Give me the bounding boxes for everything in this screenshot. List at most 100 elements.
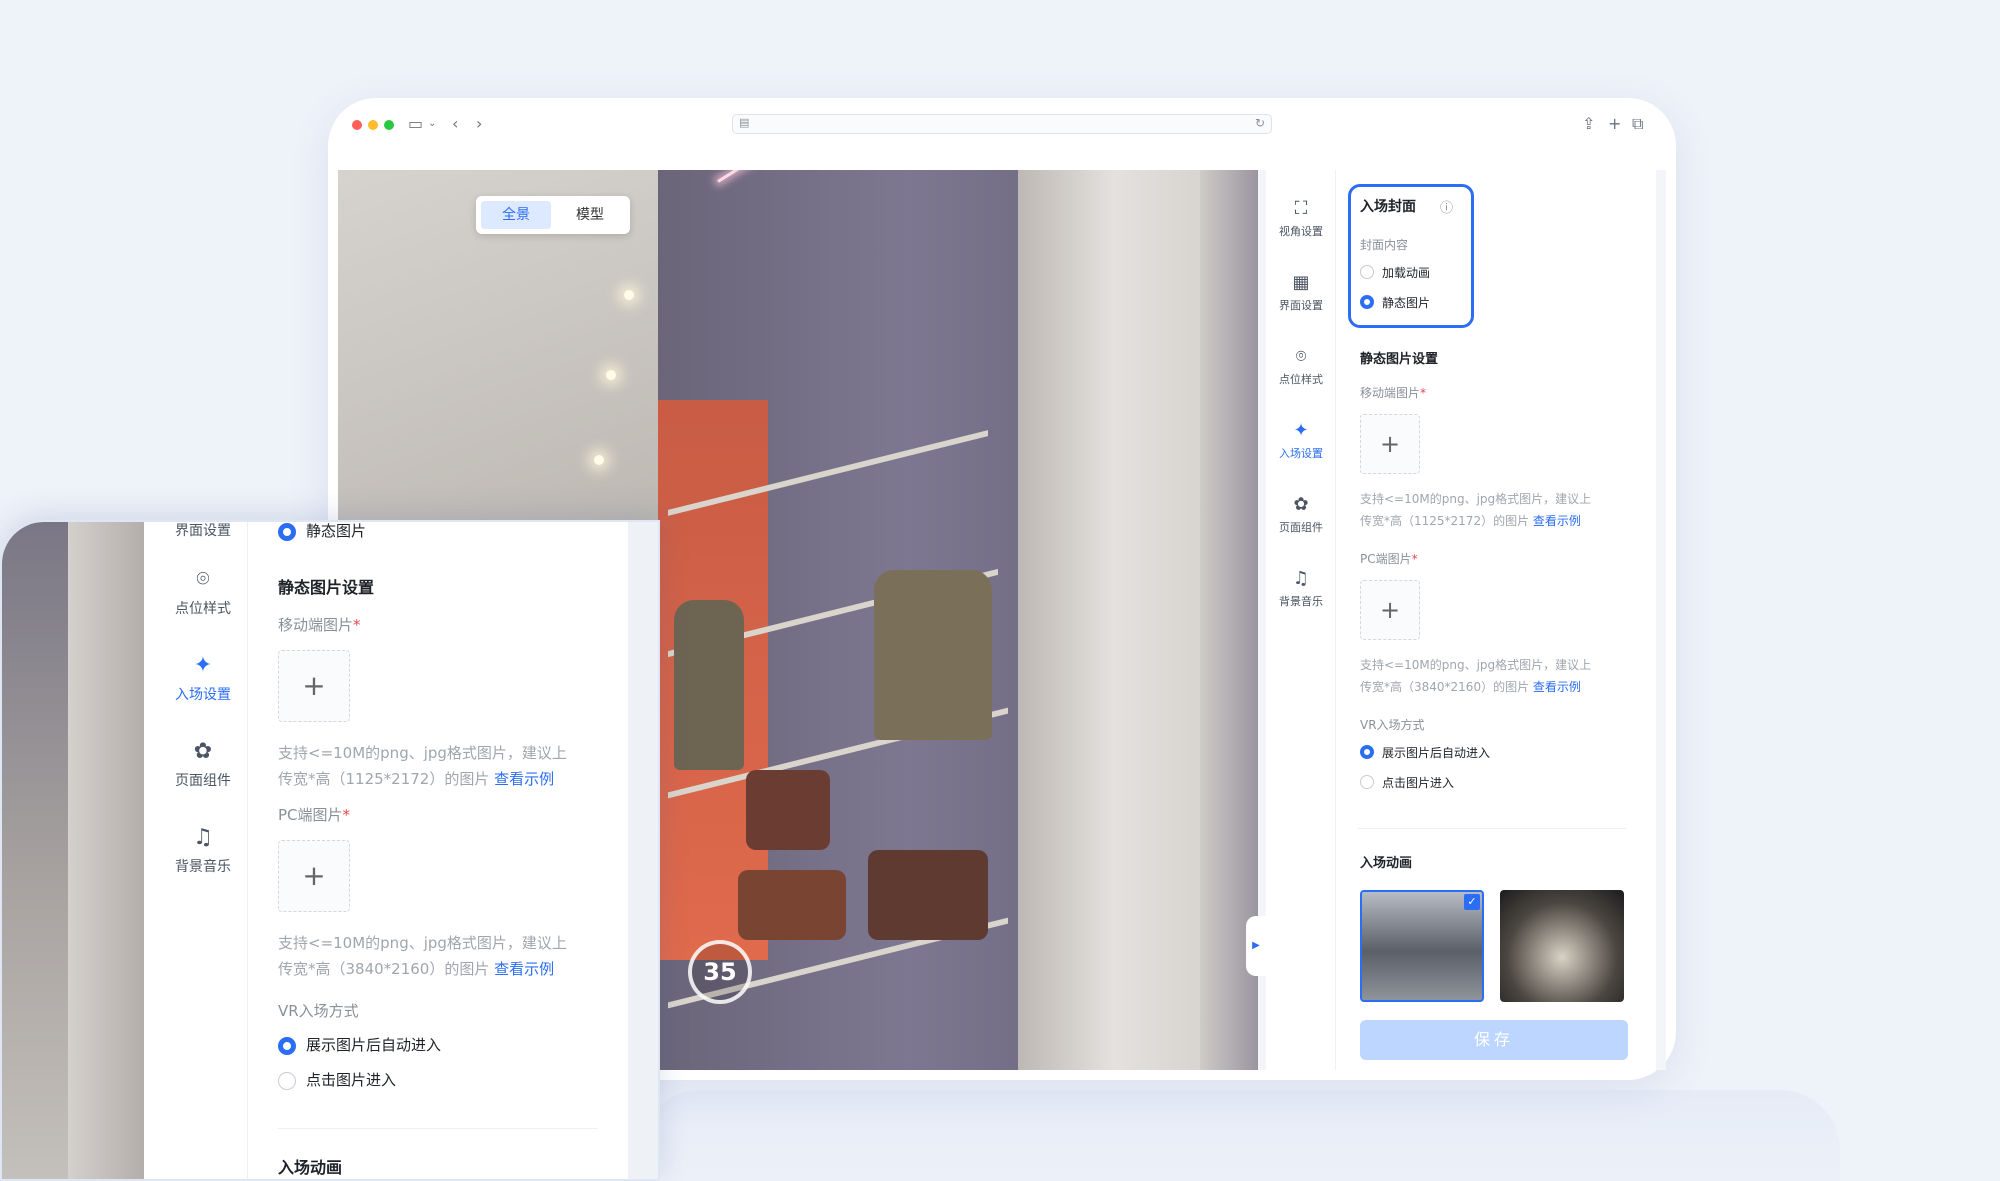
view-mode-switch: 全景 模型	[476, 196, 630, 234]
option-loading-animation: 加载动画	[1382, 266, 1431, 280]
entry-animation-title: 入场动画	[278, 1158, 343, 1177]
hotspot-badge[interactable]: 35	[688, 940, 752, 1004]
back-icon[interactable]: ‹	[452, 114, 458, 134]
browser-titlebar: ▭ ⌄ ‹ › ▤ ↻ ⇪ + ⧉	[328, 98, 1676, 152]
zoom-detail-card: 界面设置 ⌾ 点位样式 ✦ 入场设置 ✿ 页面组件 ♫ 背景音乐 静态图片 静态…	[0, 520, 660, 1181]
settings-panel: 入场封面 ⓘ 封面内容 加载动画 静态图片 静态图片设置 移动端图片* + 支持…	[1336, 170, 1656, 1070]
sidebar-item-label: 背景音乐	[175, 859, 231, 875]
sidebar-item-music[interactable]: ♫ 背景音乐	[158, 824, 248, 876]
radio-loading-animation[interactable]	[1360, 265, 1374, 279]
forward-icon[interactable]: ›	[476, 114, 482, 134]
sidebar-item-label: 入场设置	[175, 687, 231, 703]
sidebar-item-label: 视角设置	[1279, 225, 1323, 238]
jacket	[874, 570, 992, 740]
view-example-link[interactable]: 查看示例	[1533, 680, 1581, 694]
sidebar-item-label: 界面设置	[1279, 299, 1323, 312]
chevron-down-icon[interactable]: ⌄	[428, 114, 436, 134]
sidebar-item-label: 界面设置	[175, 523, 231, 539]
zoom-edge	[628, 522, 658, 1179]
info-icon[interactable]: ⓘ	[1440, 197, 1453, 216]
sparkle-icon: ✦	[1293, 420, 1309, 441]
sidebar-icon[interactable]: ▭	[408, 114, 423, 134]
static-settings-title: 静态图片设置	[278, 578, 375, 597]
pc-image-label: PC端图片*	[278, 806, 351, 824]
pc-image-upload[interactable]: +	[278, 840, 350, 912]
option-click-enter: 点击图片进入	[306, 1071, 397, 1089]
ceiling-light	[606, 370, 616, 380]
leather-bag	[868, 850, 988, 940]
sidebar-item-page-components[interactable]: ✿ 页面组件	[1266, 494, 1336, 535]
tab-model[interactable]: 模型	[555, 201, 625, 229]
mobile-image-label: 移动端图片*	[1360, 386, 1427, 400]
share-icon[interactable]: ⇪	[1582, 114, 1595, 134]
zoom-settings-panel: 静态图片 静态图片设置 移动端图片* + 支持<=10M的png、jpg格式图片…	[248, 522, 628, 1179]
sparkle-icon: ✦	[193, 653, 213, 678]
sidebar-item-page-components[interactable]: ✿ 页面组件	[158, 738, 248, 790]
divider	[278, 1128, 598, 1129]
sidebar-item-music[interactable]: ♫ 背景音乐	[1266, 568, 1336, 609]
sidebar-item-entry[interactable]: ✦ 入场设置	[158, 652, 248, 704]
radio-auto-enter[interactable]	[278, 1037, 296, 1055]
check-icon: ✓	[1464, 894, 1480, 910]
radio-click-enter[interactable]	[278, 1072, 296, 1090]
location-pin-icon: ⌾	[196, 567, 210, 592]
mobile-image-upload[interactable]: +	[1360, 414, 1420, 474]
entry-animation-title: 入场动画	[1360, 856, 1413, 871]
pc-image-upload[interactable]: +	[1360, 580, 1420, 640]
option-static-image: 静态图片	[306, 522, 367, 540]
divider	[1358, 828, 1626, 829]
sidebar-item-point-style[interactable]: ⌾ 点位样式	[1266, 346, 1336, 387]
minimize-window-button[interactable]	[368, 120, 378, 130]
vr-entry-label: VR入场方式	[1360, 718, 1425, 732]
zoom-window-button[interactable]	[384, 120, 394, 130]
zoom-sidenav: 界面设置 ⌾ 点位样式 ✦ 入场设置 ✿ 页面组件 ♫ 背景音乐	[158, 522, 248, 1179]
sidebar-item-interface[interactable]: ▦ 界面设置	[1266, 272, 1336, 313]
interface-icon: ▦	[1292, 272, 1310, 293]
sidebar-item-interface[interactable]: 界面设置	[158, 522, 248, 540]
save-button[interactable]: 保存	[1360, 1020, 1628, 1060]
radio-static-image[interactable]	[1360, 295, 1374, 309]
sidebar-item-label: 入场设置	[1279, 447, 1323, 460]
mobile-image-help: 支持<=10M的png、jpg格式图片，建议上 传宽*高（1125*2172）的…	[278, 744, 567, 788]
radio-static-image[interactable]	[278, 523, 296, 541]
sidebar-item-label: 背景音乐	[1279, 595, 1323, 608]
tab-panorama[interactable]: 全景	[481, 201, 551, 229]
music-note-icon: ♫	[1292, 568, 1310, 589]
reload-icon[interactable]: ↻	[1255, 116, 1265, 130]
settings-sidenav: ⛶ 视角设置 ▦ 界面设置 ⌾ 点位样式 ✦ 入场设置 ✿ 页面组件 ♫ 背景音…	[1266, 170, 1336, 1070]
tabs-icon[interactable]: ⧉	[1632, 114, 1643, 134]
option-auto-enter: 展示图片后自动进入	[306, 1036, 442, 1054]
jacket	[674, 600, 744, 770]
address-bar[interactable]: ▤ ↻	[732, 114, 1272, 134]
pc-image-label: PC端图片*	[1360, 552, 1418, 566]
ceiling-light	[624, 290, 634, 300]
pc-image-help: 支持<=10M的png、jpg格式图片，建议上 传宽*高（3840*2160）的…	[1360, 658, 1592, 694]
background-shape	[640, 1090, 1840, 1181]
plus-icon[interactable]: +	[1608, 114, 1621, 134]
mobile-image-label: 移动端图片*	[278, 616, 361, 634]
sidebar-item-label: 页面组件	[175, 773, 231, 789]
view-example-link[interactable]: 查看示例	[494, 960, 554, 978]
sidebar-item-view-angle[interactable]: ⛶ 视角设置	[1266, 198, 1336, 239]
static-settings-title: 静态图片设置	[1360, 352, 1439, 367]
animation-thumb-model[interactable]	[1500, 890, 1624, 1002]
view-example-link[interactable]: 查看示例	[494, 770, 554, 788]
music-note-icon: ♫	[193, 825, 213, 850]
location-pin-icon: ⌾	[1295, 346, 1307, 367]
sidebar-item-entry[interactable]: ✦ 入场设置	[1266, 420, 1336, 461]
mobile-image-upload[interactable]: +	[278, 650, 350, 722]
radio-click-enter[interactable]	[1360, 775, 1374, 789]
option-click-enter: 点击图片进入	[1382, 776, 1455, 790]
cover-content-label: 封面内容	[1360, 238, 1409, 252]
close-window-button[interactable]	[352, 120, 362, 130]
collapse-panel-button[interactable]: ▶	[1246, 916, 1266, 976]
cover-title: 入场封面	[1360, 199, 1416, 215]
option-auto-enter: 展示图片后自动进入	[1382, 746, 1491, 760]
ceiling-light	[594, 455, 604, 465]
sidebar-item-point-style[interactable]: ⌾ 点位样式	[158, 566, 248, 618]
radio-auto-enter[interactable]	[1360, 745, 1374, 759]
suitcase	[738, 870, 846, 940]
puzzle-icon: ✿	[193, 739, 213, 764]
view-example-link[interactable]: 查看示例	[1533, 514, 1581, 528]
animation-thumb-interior[interactable]: ✓	[1360, 890, 1484, 1002]
